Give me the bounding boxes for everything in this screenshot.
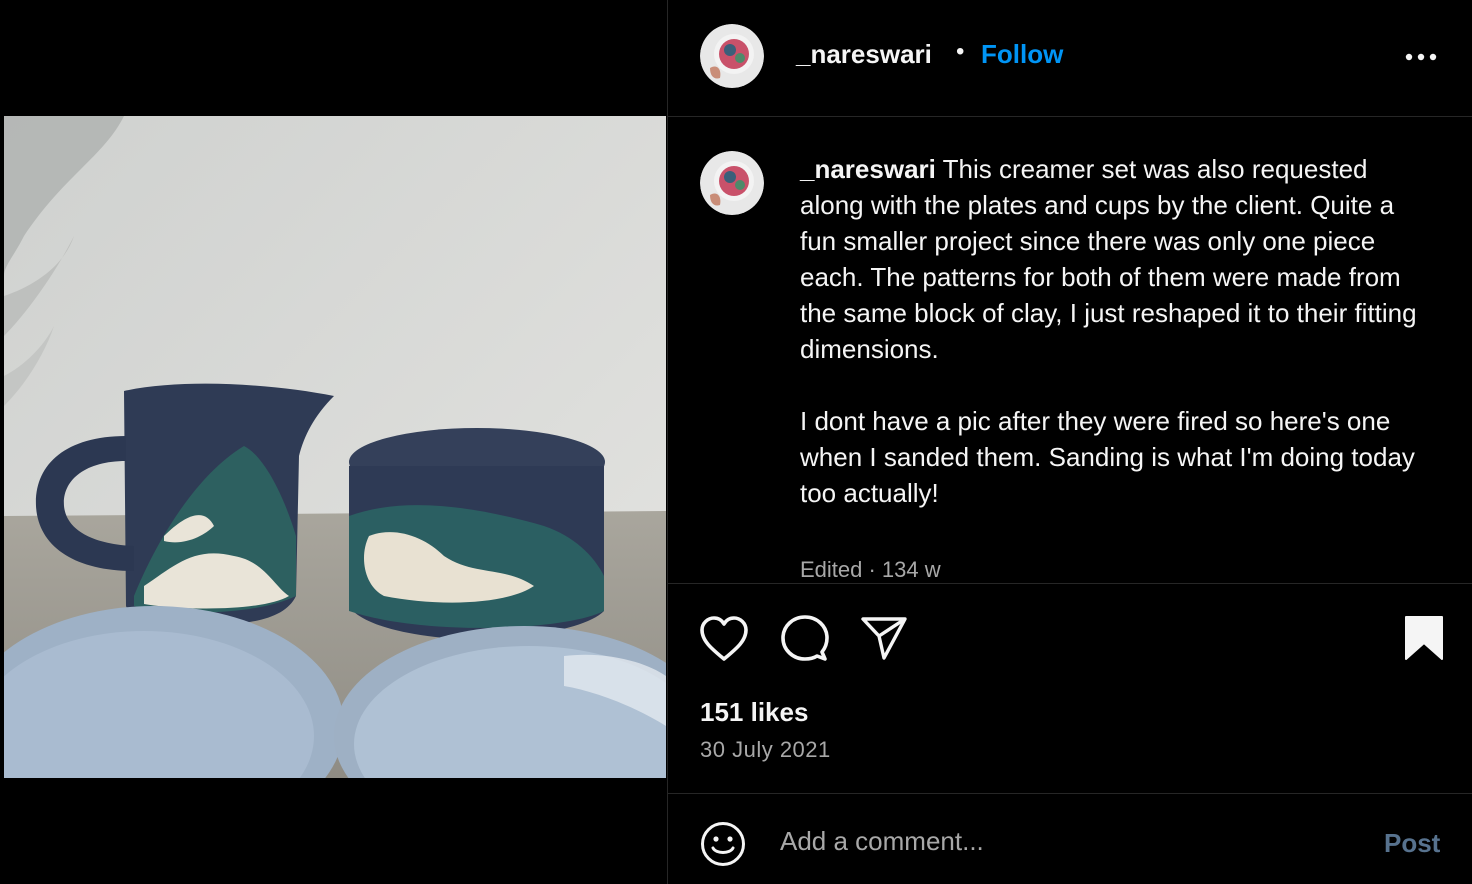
likes-count[interactable]: 151 likes (700, 697, 808, 728)
post-actions: 151 likes 30 July 2021 (668, 583, 1472, 794)
comment-bar: Post (668, 793, 1472, 884)
comment-bubble-icon[interactable] (780, 614, 830, 664)
separator-dot: • (956, 38, 965, 65)
edited-timestamp: Edited · 134 w (800, 557, 941, 582)
heart-icon[interactable] (698, 615, 750, 663)
paper-plane-icon[interactable] (860, 615, 908, 661)
emoji-smiley-icon[interactable] (700, 821, 746, 867)
avatar-image (700, 24, 764, 88)
post-media (0, 0, 667, 884)
post-photo[interactable] (4, 116, 666, 778)
post-comment-button[interactable]: Post (1384, 828, 1440, 859)
caption-avatar[interactable] (700, 151, 764, 215)
post-header: _nareswari • Follow (668, 0, 1472, 117)
comment-input[interactable] (780, 821, 1340, 861)
caption-scroll-area[interactable]: _nareswari This creamer set was also req… (668, 117, 1472, 583)
caption: _nareswari This creamer set was also req… (800, 151, 1430, 511)
more-options-icon[interactable] (1404, 52, 1438, 62)
caption-body: This creamer set was also requested alon… (800, 154, 1417, 508)
post-details-panel: _nareswari • Follow _nareswari This crea… (668, 0, 1472, 884)
bookmark-filled-icon[interactable] (1404, 615, 1444, 661)
follow-button[interactable]: Follow (981, 39, 1063, 70)
username-link[interactable]: _nareswari (796, 39, 932, 70)
avatar-image (700, 151, 764, 215)
avatar[interactable] (700, 24, 764, 88)
post-date: 30 July 2021 (700, 737, 831, 762)
caption-username-link[interactable]: _nareswari (800, 154, 936, 184)
